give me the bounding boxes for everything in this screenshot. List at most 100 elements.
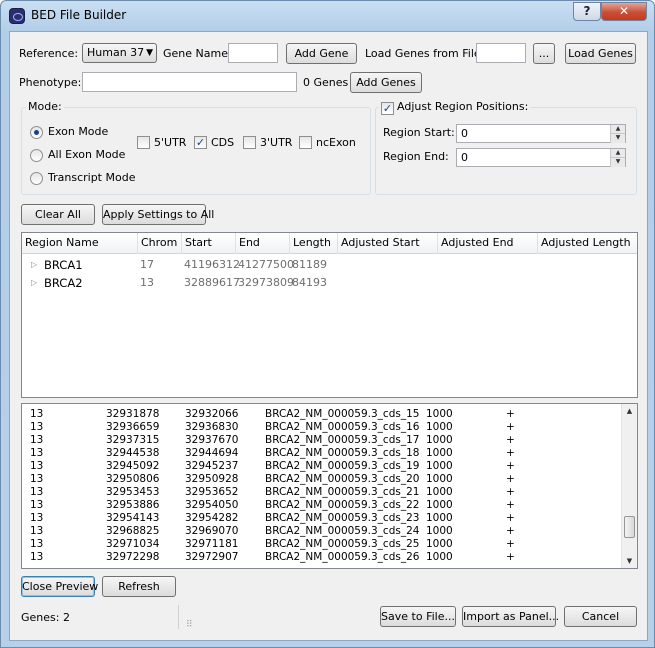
preview-cell: + (506, 434, 515, 446)
preview-cell: + (506, 460, 515, 472)
all-exon-mode-radio[interactable] (30, 149, 43, 162)
spin-down-icon[interactable]: ▼ (610, 134, 625, 143)
region-start-label: Region Start: (383, 126, 455, 139)
region-start-spinner[interactable]: 0 ▲ ▼ (456, 124, 626, 143)
column-region-name[interactable]: Region Name (22, 233, 138, 254)
preview-cell: 1000 (426, 525, 453, 537)
transcript-mode-label[interactable]: Transcript Mode (48, 171, 135, 185)
save-to-file-button[interactable]: Save to File... (380, 606, 456, 627)
expand-arrow-icon[interactable]: ▷ (31, 260, 37, 269)
adjust-region-checkbox[interactable]: ✓ (381, 102, 394, 115)
add-gene-button[interactable]: Add Gene (286, 43, 357, 64)
preview-cell: 13 (30, 525, 44, 537)
scroll-thumb[interactable] (624, 516, 635, 538)
add-genes-button[interactable]: Add Genes (350, 72, 422, 93)
preview-cell: 32944694 (185, 447, 239, 459)
ncexon-checkbox[interactable] (299, 136, 312, 149)
cds-checkbox[interactable]: ✓ (194, 136, 207, 149)
dropdown-arrow-icon: ▼ (146, 48, 153, 58)
preview-cell: + (506, 408, 515, 420)
load-genes-button[interactable]: Load Genes (565, 43, 636, 64)
region-name: BRCA1 (44, 258, 83, 272)
preview-cell: 32945092 (106, 460, 160, 472)
close-window-button[interactable]: ✕ (601, 2, 647, 21)
preview-cell: 32972298 (106, 551, 160, 563)
resize-grip-icon[interactable]: ⠿ (186, 620, 193, 630)
list-item[interactable]: 13 32950806 32950928 BRCA2_NM_000059.3_cds_… (22, 473, 622, 486)
bed-preview-list[interactable]: 13 32931878 32932066 BRCA2_NM_000059.3_cds_… (21, 403, 638, 569)
table-row[interactable]: ▷ BRCA2 13 32889617 32973809 84193 (22, 274, 637, 292)
preview-scrollbar[interactable]: ▲ ▼ (621, 404, 637, 568)
3utr-label[interactable]: 3'UTR (260, 136, 292, 150)
column-adjusted-end[interactable]: Adjusted End (438, 233, 538, 254)
list-item[interactable]: 13 32936659 32936830 BRCA2_NM_000059.3_cds_… (22, 421, 622, 434)
table-row[interactable]: ▷ BRCA1 17 41196312 41277500 81189 (22, 256, 637, 274)
cds-label[interactable]: CDS (211, 136, 234, 150)
column-adjusted-start[interactable]: Adjusted Start (338, 233, 438, 254)
scroll-up-icon[interactable]: ▲ (622, 404, 637, 418)
load-file-input[interactable] (476, 43, 526, 63)
exon-mode-label[interactable]: Exon Mode (48, 125, 108, 139)
refresh-button[interactable]: Refresh (102, 576, 176, 597)
preview-cell: 32937315 (106, 434, 160, 446)
preview-cell: 13 (30, 538, 44, 550)
region-end-spinner[interactable]: 0 ▲ ▼ (456, 148, 626, 167)
column-start[interactable]: Start (182, 233, 236, 254)
region-start: 32889617 (184, 276, 240, 289)
list-item[interactable]: 13 32971034 32971181 BRCA2_NM_000059.3_cds_… (22, 538, 622, 551)
list-item[interactable]: 13 32944538 32944694 BRCA2_NM_000059.3_cds_… (22, 447, 622, 460)
5utr-checkbox[interactable] (137, 136, 150, 149)
expand-arrow-icon[interactable]: ▷ (31, 278, 37, 287)
preview-cell: BRCA2_NM_000059.3_cds_23 (265, 512, 420, 524)
title-bar[interactable]: BED File Builder ? ✕ (1, 1, 654, 31)
gene-name-input[interactable] (228, 43, 278, 63)
ncexon-label[interactable]: ncExon (316, 136, 356, 150)
list-item[interactable]: 13 32972298 32972907 BRCA2_NM_000059.3_cds_… (22, 551, 622, 564)
list-item[interactable]: 13 32954143 32954282 BRCA2_NM_000059.3_cds_… (22, 512, 622, 525)
preview-cell: 13 (30, 460, 44, 472)
help-button[interactable]: ? (573, 2, 601, 21)
list-item[interactable]: 13 32937315 32937670 BRCA2_NM_000059.3_cds_… (22, 434, 622, 447)
all-exon-mode-label[interactable]: All Exon Mode (48, 148, 125, 162)
browse-button[interactable]: ... (533, 43, 555, 64)
preview-cell: 32969070 (185, 525, 239, 537)
spin-down-icon[interactable]: ▼ (610, 158, 625, 167)
exon-mode-radio[interactable] (30, 126, 43, 139)
close-preview-button[interactable]: Close Preview (21, 576, 98, 597)
preview-cell: + (506, 473, 515, 485)
preview-cell: 32945237 (185, 460, 239, 472)
list-item[interactable]: 13 32953886 32954050 BRCA2_NM_000059.3_cds_… (22, 499, 622, 512)
column-length[interactable]: Length (290, 233, 338, 254)
import-as-panel-button[interactable]: Import as Panel... (462, 606, 559, 627)
adjust-region-label[interactable]: Adjust Region Positions: (397, 100, 528, 113)
column-adjusted-length[interactable]: Adjusted Length (538, 233, 637, 254)
apply-settings-button[interactable]: Apply Settings to All (102, 204, 214, 225)
5utr-label[interactable]: 5'UTR (154, 136, 186, 150)
list-item[interactable]: 13 32968825 32969070 BRCA2_NM_000059.3_cds_… (22, 525, 622, 538)
regions-table-header: Region Name Chrom Start End Length Adjus… (22, 233, 637, 254)
3utr-checkbox[interactable] (243, 136, 256, 149)
scroll-down-icon[interactable]: ▼ (622, 554, 637, 568)
preview-cell: 1000 (426, 421, 453, 433)
preview-cell: 32954282 (185, 512, 239, 524)
spin-up-icon[interactable]: ▲ (610, 149, 625, 158)
column-end[interactable]: End (236, 233, 290, 254)
preview-cell: 1000 (426, 434, 453, 446)
phenotype-input[interactable] (82, 72, 297, 92)
reference-select[interactable]: Human 37 ▼ (82, 43, 157, 63)
cancel-button[interactable]: Cancel (564, 606, 637, 627)
list-item[interactable]: 13 32945092 32945237 BRCA2_NM_000059.3_cds_… (22, 460, 622, 473)
preview-cell: 32937670 (185, 434, 239, 446)
app-icon (9, 8, 25, 24)
load-genes-from-file-label: Load Genes from File: (365, 47, 485, 60)
list-item[interactable]: 13 32953453 32953652 BRCA2_NM_000059.3_cds_… (22, 486, 622, 499)
region-end-label: Region End: (383, 150, 449, 163)
phenotype-label: Phenotype: (19, 76, 82, 89)
clear-all-button[interactable]: Clear All (21, 204, 95, 225)
list-item[interactable]: 13 32931878 32932066 BRCA2_NM_000059.3_cds_… (22, 408, 622, 421)
column-chrom[interactable]: Chrom (138, 233, 182, 254)
transcript-mode-radio[interactable] (30, 172, 43, 185)
spin-up-icon[interactable]: ▲ (610, 125, 625, 134)
preview-cell: 1000 (426, 538, 453, 550)
regions-table[interactable]: Region Name Chrom Start End Length Adjus… (21, 232, 638, 398)
